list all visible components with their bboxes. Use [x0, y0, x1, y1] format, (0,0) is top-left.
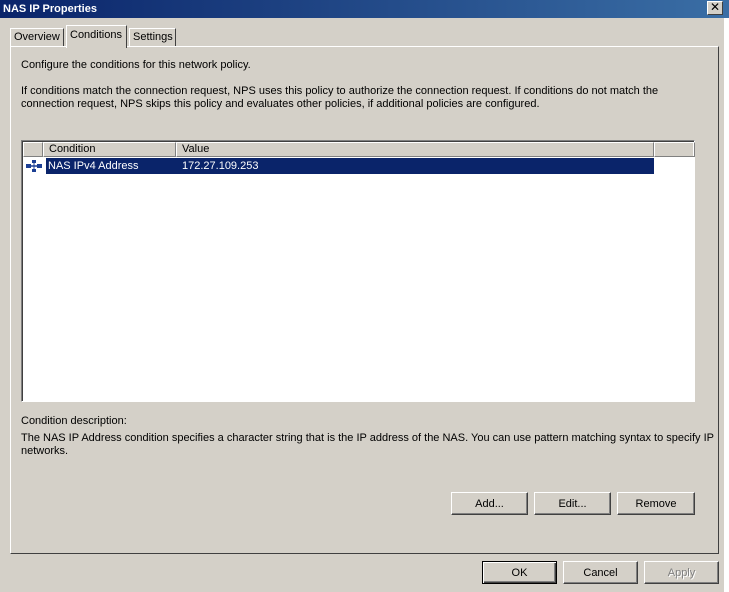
- tab-conditions[interactable]: Conditions: [66, 25, 127, 48]
- header-filler: [654, 142, 695, 157]
- explanation-line-1: If conditions match the connection reque…: [21, 85, 659, 97]
- tab-overview[interactable]: Overview: [10, 28, 64, 47]
- header-value[interactable]: Value: [176, 142, 654, 157]
- condition-description-line-1: The NAS IP Address condition specifies a…: [21, 432, 714, 444]
- header-icon-column[interactable]: [23, 142, 43, 157]
- list-header: Condition Value: [23, 142, 695, 157]
- selected-row-highlight: NAS IPv4 Address 172.27.109.253: [46, 158, 654, 174]
- header-condition[interactable]: Condition: [43, 142, 176, 157]
- window-title: NAS IP Properties: [3, 3, 97, 15]
- intro-text: Configure the conditions for this networ…: [21, 59, 251, 71]
- remove-button[interactable]: Remove: [617, 492, 695, 515]
- table-row[interactable]: NAS IPv4 Address 172.27.109.253: [23, 158, 654, 174]
- network-condition-icon: [26, 160, 42, 172]
- conditions-list[interactable]: Condition Value NAS IPv4 Address 172.27.…: [21, 140, 695, 402]
- ok-button[interactable]: OK: [482, 561, 557, 584]
- edit-button[interactable]: Edit...: [534, 492, 611, 515]
- row-value: 172.27.109.253: [182, 160, 259, 172]
- explanation-line-2: connection request, NPS skips this polic…: [21, 98, 540, 110]
- title-bar: NAS IP Properties ✕: [0, 0, 729, 18]
- tab-settings[interactable]: Settings: [129, 28, 176, 47]
- condition-description-line-2: networks.: [21, 445, 69, 457]
- add-button[interactable]: Add...: [451, 492, 528, 515]
- cancel-button[interactable]: Cancel: [563, 561, 638, 584]
- close-icon: ✕: [709, 0, 721, 14]
- condition-description-label: Condition description:: [21, 415, 127, 427]
- close-button[interactable]: ✕: [707, 1, 723, 15]
- row-condition: NAS IPv4 Address: [48, 160, 139, 172]
- apply-button[interactable]: Apply: [644, 561, 719, 584]
- background-window-edge: [724, 18, 729, 592]
